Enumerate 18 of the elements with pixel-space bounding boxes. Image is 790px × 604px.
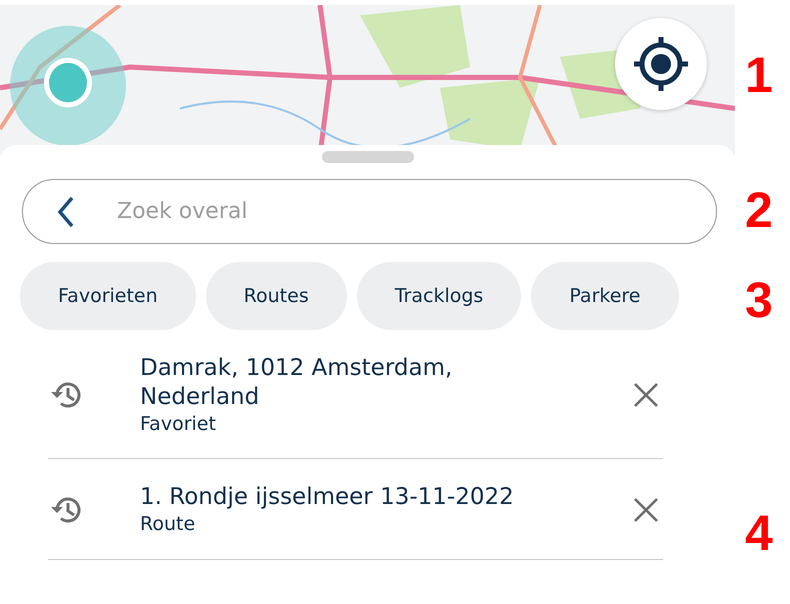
close-icon: [633, 496, 659, 523]
annotation-number: 3: [745, 275, 773, 325]
close-icon: [633, 382, 659, 408]
back-icon[interactable]: [56, 195, 76, 229]
place-type: Route: [140, 512, 196, 537]
filter-chip[interactable]: Routes: [206, 262, 347, 330]
place-type: Favoriet: [140, 412, 217, 436]
crosshair-icon: [632, 35, 690, 93]
annotation-number: 2: [745, 185, 773, 235]
search-field[interactable]: Zoek overal: [22, 179, 717, 244]
annotation-number: 4: [745, 508, 773, 558]
annotation-number: 1: [745, 50, 773, 100]
place-title: Damrak, 1012 Amsterdam, Nederland: [140, 354, 454, 412]
filter-chip[interactable]: Parkere: [531, 262, 678, 330]
place-title: 1. Rondje ijsselmeer 13-11-2022: [140, 483, 515, 512]
drag-handle[interactable]: [322, 151, 414, 163]
filter-chip[interactable]: Favorieten: [20, 262, 196, 330]
filter-chip[interactable]: Tracklogs: [356, 262, 522, 330]
